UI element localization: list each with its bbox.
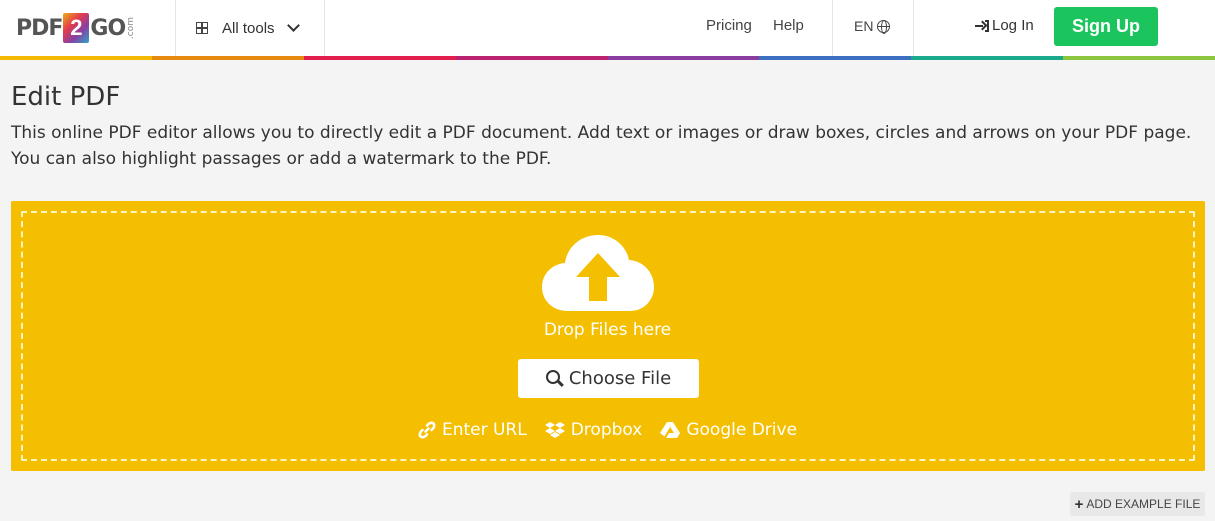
header-divider — [832, 0, 833, 56]
login-icon — [975, 20, 989, 32]
dropbox-icon — [544, 422, 565, 438]
google-drive-icon — [660, 422, 681, 438]
site-header: PDF 2 GO .com All tools Pricing Help EN … — [0, 0, 1215, 56]
header-divider — [913, 0, 914, 56]
page-title: Edit PDF — [11, 82, 121, 112]
dropbox-label: Dropbox — [570, 420, 643, 440]
dropbox-link[interactable]: Dropbox — [544, 420, 643, 440]
brand-color-segment — [0, 56, 152, 60]
grid-icon — [196, 22, 208, 34]
language-selector[interactable]: EN — [854, 0, 891, 52]
all-tools-label: All tools — [222, 19, 275, 37]
choose-file-label: Choose File — [568, 368, 672, 389]
brand-color-segment — [1063, 56, 1215, 60]
brand-color-segment — [151, 56, 304, 60]
google-drive-link[interactable]: Google Drive — [660, 420, 797, 440]
enter-url-link[interactable]: Enter URL — [418, 420, 527, 440]
login-label: Log In — [992, 17, 1034, 34]
chevron-down-icon — [286, 19, 300, 32]
nav-pricing[interactable]: Pricing — [706, 0, 752, 52]
brand-color-bar — [0, 56, 1215, 60]
language-label: EN — [854, 18, 874, 34]
page-description: This online PDF editor allows you to dir… — [11, 123, 1192, 169]
login-link[interactable]: Log In — [975, 0, 1034, 52]
all-tools-menu[interactable]: All tools — [176, 0, 324, 56]
globe-icon — [877, 19, 891, 34]
signup-button[interactable]: Sign Up — [1054, 7, 1158, 46]
logo-com: .com — [126, 16, 137, 40]
brand-color-segment — [759, 56, 912, 60]
logo[interactable]: PDF 2 GO .com — [16, 12, 136, 44]
brand-color-segment — [303, 56, 456, 60]
logo-text-left: PDF — [16, 15, 63, 41]
link-icon — [418, 421, 436, 439]
brand-color-segment — [455, 56, 608, 60]
nav-help[interactable]: Help — [773, 0, 804, 52]
plus-icon: + — [1074, 495, 1084, 513]
enter-url-label: Enter URL — [441, 420, 527, 440]
search-icon — [545, 370, 560, 384]
cloud-upload-icon — [542, 235, 654, 311]
logo-text-right: GO — [90, 15, 126, 41]
brand-color-segment — [911, 56, 1064, 60]
add-example-file-button[interactable]: + ADD EXAMPLE FILE — [1070, 492, 1205, 516]
logo-two: 2 — [63, 13, 90, 43]
add-example-file-label: ADD EXAMPLE FILE — [1086, 497, 1201, 511]
choose-file-button[interactable]: Choose File — [518, 359, 699, 398]
google-drive-label: Google Drive — [686, 420, 798, 440]
brand-color-segment — [607, 56, 760, 60]
drop-files-text: Drop Files here — [543, 320, 672, 340]
header-divider — [324, 0, 325, 56]
upload-sources: Enter URL Dropbox Google Drive — [0, 420, 1215, 440]
